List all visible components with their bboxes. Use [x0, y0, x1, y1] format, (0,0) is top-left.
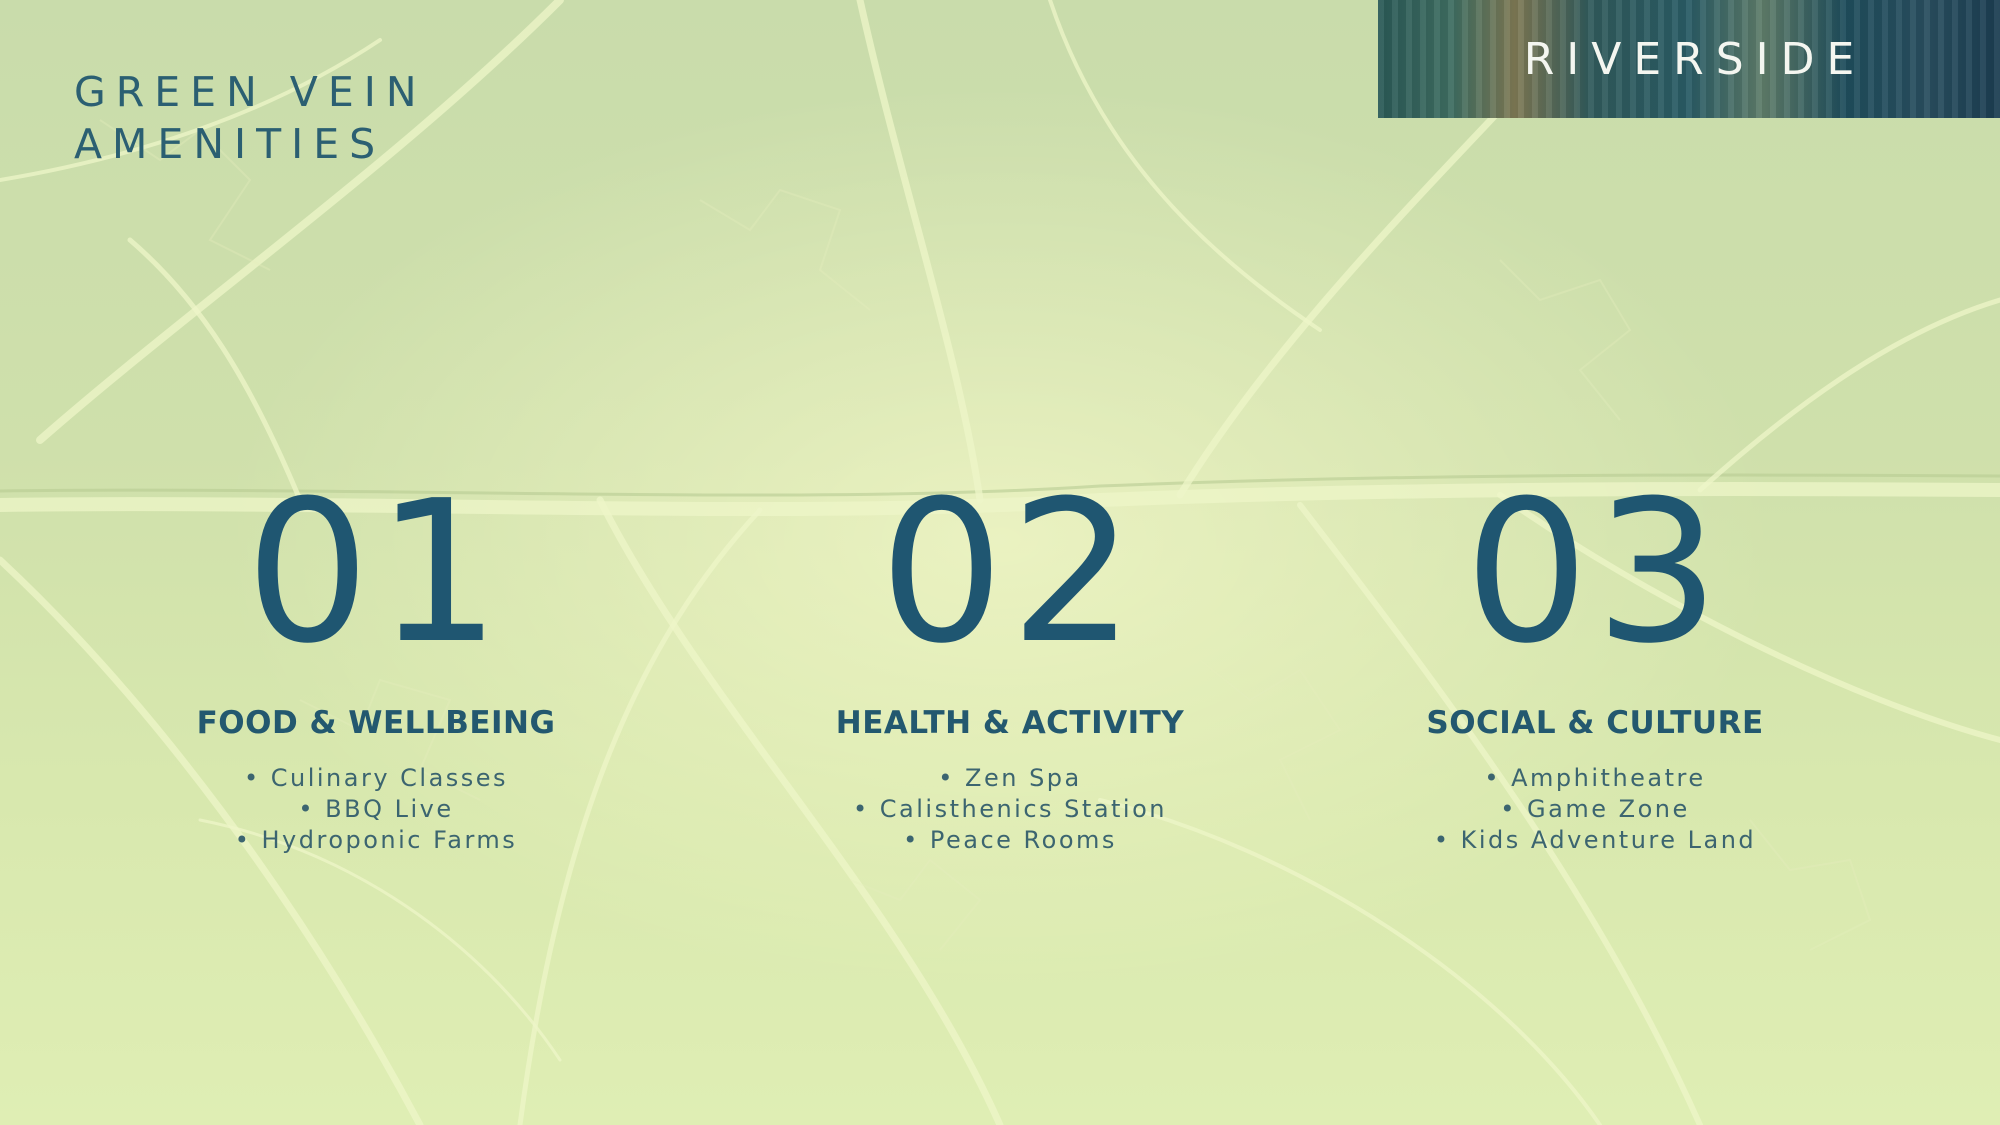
list-item: • Hydroponic Farms: [234, 826, 518, 854]
page-title-line-2: AMENITIES: [74, 120, 386, 168]
list-item: • BBQ Live: [298, 795, 454, 823]
list-item: • Zen Spa: [938, 764, 1082, 792]
brand-name: RIVERSIDE: [1523, 33, 1867, 85]
column-number: 03: [1464, 459, 1726, 687]
column-category: FOOD & WELLBEING: [196, 705, 556, 741]
amenity-column-1: 01 FOOD & WELLBEING • Culinary Classes •…: [96, 475, 656, 856]
brand-banner: RIVERSIDE: [1378, 0, 2000, 118]
list-item: • Game Zone: [1500, 795, 1690, 823]
list-item: • Peace Rooms: [903, 826, 1117, 854]
page-title-line-1: GREEN VEIN: [74, 68, 427, 116]
list-item: • Calisthenics Station: [852, 795, 1167, 823]
column-category: SOCIAL & CULTURE: [1426, 705, 1764, 741]
amenity-list: • Culinary Classes • BBQ Live • Hydropon…: [96, 763, 656, 856]
list-item: • Culinary Classes: [243, 764, 509, 792]
list-item: • Amphitheatre: [1484, 764, 1706, 792]
column-number: 02: [879, 459, 1141, 687]
list-item: • Kids Adventure Land: [1433, 826, 1757, 854]
amenity-list: • Amphitheatre • Game Zone • Kids Advent…: [1315, 763, 1875, 856]
column-number: 01: [245, 459, 507, 687]
amenity-column-3: 03 SOCIAL & CULTURE • Amphitheatre • Gam…: [1315, 475, 1875, 856]
amenity-list: • Zen Spa • Calisthenics Station • Peace…: [730, 763, 1290, 856]
page-title: GREEN VEIN AMENITIES: [74, 66, 427, 170]
column-category: HEALTH & ACTIVITY: [835, 705, 1185, 741]
amenity-column-2: 02 HEALTH & ACTIVITY • Zen Spa • Calisth…: [730, 475, 1290, 856]
